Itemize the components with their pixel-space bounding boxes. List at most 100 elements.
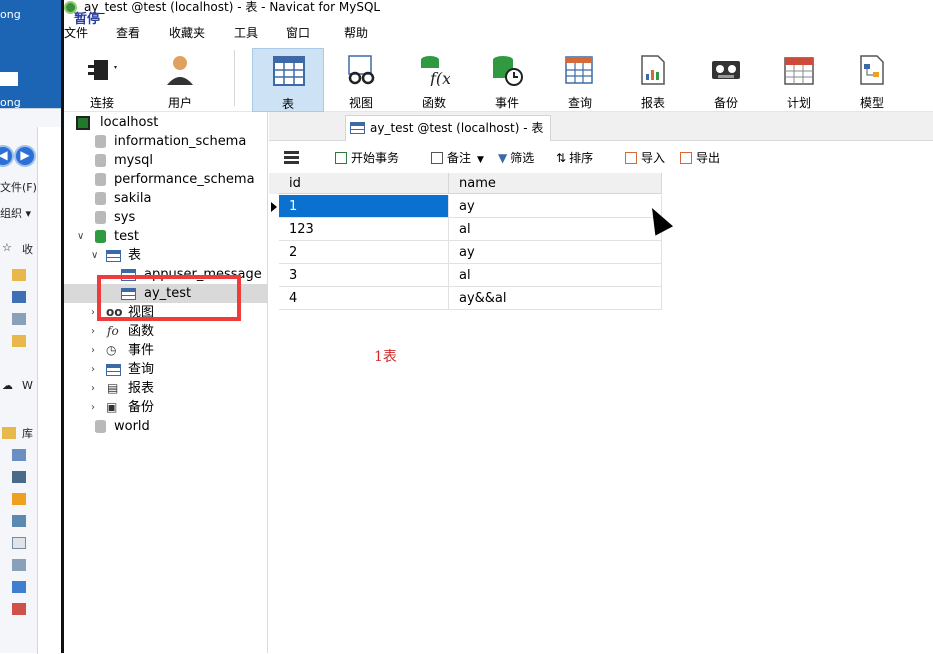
chevron-right-icon[interactable]: › [91, 322, 95, 341]
toolbar-query-button[interactable]: 查询 [544, 48, 616, 112]
tree-group-events[interactable]: › ◷ 事件 [64, 341, 267, 360]
downloads-icon[interactable] [12, 559, 26, 571]
user-icon [167, 56, 193, 85]
tree-label: 函数 [128, 324, 155, 339]
grid-cell-name[interactable]: al [449, 264, 662, 287]
folder-icon-2[interactable] [12, 335, 26, 347]
toolbar-schedule-button[interactable]: 计划 [763, 48, 835, 112]
tree-db-test[interactable]: ∨ test [64, 227, 267, 246]
grid-cell-id[interactable]: 1 [279, 195, 449, 218]
toolbar-view-button[interactable]: 视图 [325, 48, 397, 112]
docs-icon[interactable] [12, 449, 26, 461]
grid-cell-name[interactable]: ay [449, 195, 662, 218]
tree-group-reports[interactable]: › ▤ 报表 [64, 379, 267, 398]
grid-cell-id[interactable]: 123 [279, 218, 449, 241]
back-arrow-icon[interactable]: ◀ [0, 145, 14, 167]
pictures-icon[interactable] [12, 515, 26, 527]
tree-db-sys[interactable]: sys [64, 208, 267, 227]
desktop-area: ong ong [0, 0, 62, 109]
menu-view[interactable]: 查看 [116, 24, 140, 42]
menu-favorites[interactable]: 收藏夹 [169, 24, 205, 42]
toolbar-connection-button[interactable]: 连接 [66, 48, 138, 112]
toolbar-report-button[interactable]: 报表 [617, 48, 689, 112]
cloud-icon: ☁ [2, 379, 13, 392]
filter-button[interactable]: ▼ 筛选 [498, 145, 534, 171]
desktop-text-1: ong [0, 8, 21, 21]
tree-db-world[interactable]: world [64, 417, 267, 436]
column-header-name[interactable]: name [449, 173, 662, 194]
desktop-folder-icon[interactable] [12, 291, 26, 303]
toolbar-user-button[interactable]: 用户 [144, 48, 216, 112]
chevron-right-icon[interactable]: › [91, 379, 95, 398]
tree-group-backups[interactable]: › ▣ 备份 [64, 398, 267, 417]
recent-icon[interactable] [12, 313, 26, 325]
explorer-onedrive[interactable]: W [22, 379, 33, 392]
connection-icon [76, 116, 90, 130]
tree-group-queries[interactable]: › 查询 [64, 360, 267, 379]
grid-cell-id[interactable]: 3 [279, 264, 449, 287]
explorer-favorites[interactable]: 收 [22, 241, 33, 257]
explorer-library[interactable]: 库 [22, 425, 33, 441]
explorer-menu-organize[interactable]: 组织 ▾ [0, 205, 31, 221]
document-icon[interactable] [12, 537, 26, 549]
tree-label: localhost [100, 115, 159, 130]
table-icon [106, 250, 121, 262]
media-icon[interactable] [12, 493, 26, 505]
memo-button[interactable]: 备注 ▼ [431, 145, 484, 173]
query-icon [565, 56, 593, 84]
tab-ay-test[interactable]: ay_test @test (localhost) - 表 [345, 115, 551, 141]
menu-window[interactable]: 窗口 [286, 24, 310, 42]
toolbar-event-button[interactable]: 事件 [471, 48, 543, 112]
chevron-down-icon[interactable]: ∨ [77, 227, 84, 246]
drive-icon[interactable] [12, 603, 26, 615]
grid-cell-name[interactable]: ay&&al [449, 287, 662, 310]
explorer-content-pane [37, 127, 62, 654]
chevron-right-icon[interactable]: › [91, 341, 95, 360]
desktop-icon[interactable] [0, 72, 18, 86]
import-button[interactable]: 导入 [625, 145, 665, 171]
backup-icon [712, 61, 740, 79]
menu-help[interactable]: 帮助 [344, 24, 368, 42]
toolbar-label: 查询 [567, 96, 592, 110]
database-icon [95, 211, 106, 224]
tree-group-functions[interactable]: › fo 函数 [64, 322, 267, 341]
toolbar-backup-button[interactable]: 备份 [690, 48, 762, 112]
button-label: 备注 [447, 151, 472, 165]
menu-icon[interactable] [284, 151, 299, 164]
chevron-down-icon[interactable]: ▼ [477, 155, 484, 165]
tree-db-mysql[interactable]: mysql [64, 151, 267, 170]
video-icon[interactable] [12, 471, 26, 483]
tree-group-tables[interactable]: ∨ 表 [64, 246, 267, 265]
sort-button[interactable]: ⇅ 排序 [556, 145, 593, 171]
table-icon [350, 122, 365, 134]
forward-arrow-icon[interactable]: ▶ [14, 145, 36, 167]
chevron-right-icon[interactable]: › [91, 398, 95, 417]
chevron-down-icon[interactable]: ∨ [91, 246, 98, 265]
database-icon [95, 173, 106, 186]
tree-db-information-schema[interactable]: information_schema [64, 132, 267, 151]
grid-cell-id[interactable]: 2 [279, 241, 449, 264]
menu-file[interactable]: 文件 [64, 24, 88, 42]
grid-cell-name[interactable]: al [449, 218, 662, 241]
tree-connection-localhost[interactable]: localhost [64, 113, 267, 132]
grid-cell-name[interactable]: ay [449, 241, 662, 264]
toolbar-function-button[interactable]: f(x) 函数 [398, 48, 470, 112]
tree-db-sakila[interactable]: sakila [64, 189, 267, 208]
title-bar: ay_test @test (localhost) - 表 - Navicat … [64, 0, 933, 16]
music-icon[interactable] [12, 581, 26, 593]
explorer-menu-file[interactable]: 文件(F) [0, 179, 37, 195]
begin-transaction-button[interactable]: 开始事务 [335, 145, 399, 171]
tree-db-performance-schema[interactable]: performance_schema [64, 170, 267, 189]
menu-tools[interactable]: 工具 [234, 24, 258, 42]
toolbar-model-button[interactable]: 模型 [836, 48, 908, 112]
toolbar-table-button[interactable]: 表 [252, 48, 324, 112]
grid-cell-id[interactable]: 4 [279, 287, 449, 310]
chevron-right-icon[interactable]: › [91, 303, 95, 322]
export-button[interactable]: 导出 [680, 145, 720, 171]
query-icon [106, 364, 121, 376]
chevron-right-icon[interactable]: › [91, 360, 95, 379]
highlight-box [97, 275, 241, 321]
folder-icon[interactable] [12, 269, 26, 281]
column-header-id[interactable]: id [279, 173, 449, 194]
import-icon [625, 152, 637, 164]
